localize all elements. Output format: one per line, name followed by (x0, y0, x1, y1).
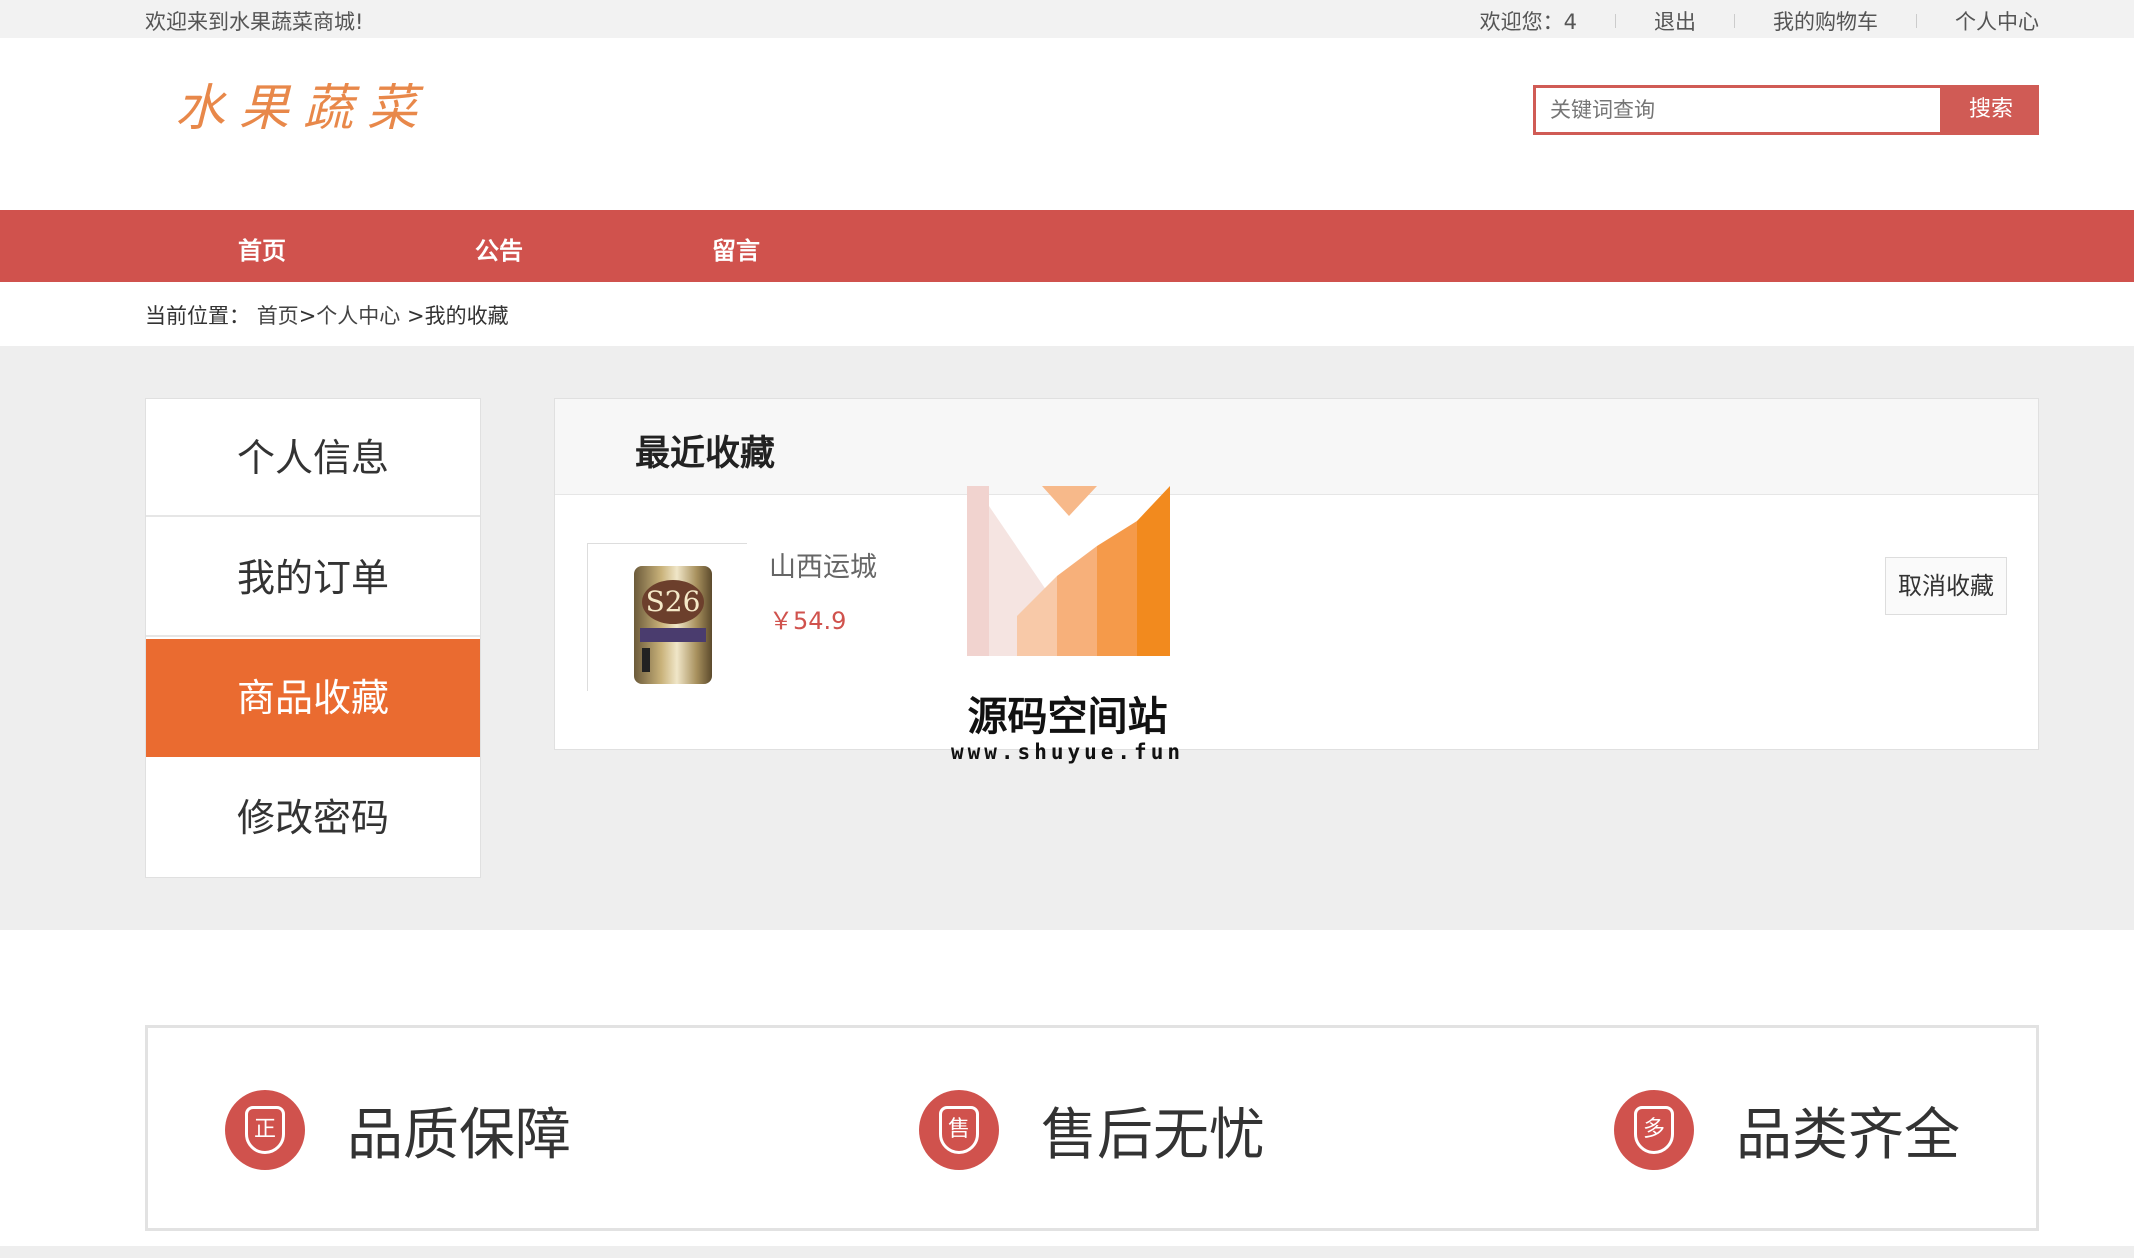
breadcrumb-bar: 当前位置： 首页>个人中心 >我的收藏 (0, 282, 2134, 346)
feature-label: 品质保障 (347, 1102, 571, 1168)
nav-item-announcements[interactable]: 公告 (475, 231, 523, 266)
breadcrumb-user-center[interactable]: 个人中心 (316, 304, 400, 328)
panel-title: 最近收藏 (635, 434, 776, 474)
search-box (1533, 85, 1943, 135)
logout-link[interactable]: 退出 (1654, 6, 1696, 36)
variety-shield-icon: 多 (1614, 1090, 1694, 1170)
user-greeting: 欢迎您：4 (1479, 10, 1577, 34)
aftersale-shield-icon: 售 (919, 1090, 999, 1170)
site-logo[interactable]: 水果蔬菜 (175, 68, 431, 140)
feature-icon-glyph: 售 (939, 1106, 979, 1154)
cancel-favorite-button[interactable]: 取消收藏 (1885, 557, 2007, 615)
panel-header: 最近收藏 (555, 399, 2038, 495)
divider (1615, 14, 1616, 28)
sidebar-item-orders[interactable]: 我的订单 (146, 519, 480, 637)
sidebar-item-favorites[interactable]: 商品收藏 (146, 639, 480, 757)
search-input[interactable] (1536, 88, 1940, 132)
feature-icon-glyph: 多 (1634, 1106, 1674, 1154)
breadcrumb-separator: > (298, 304, 317, 328)
favorites-panel: 最近收藏 S26 山西运城 ￥54.9 取消收藏 (554, 398, 2039, 750)
feature-quality: 正 品质保障 (225, 1090, 571, 1170)
formula-can-image: S26 (634, 566, 712, 684)
feature-icon-glyph: 正 (245, 1106, 285, 1154)
nav-item-messages[interactable]: 留言 (712, 231, 760, 266)
product-image-label: S26 (642, 580, 704, 624)
product-image[interactable]: S26 (587, 543, 747, 691)
feature-variety: 多 品类齐全 (1614, 1090, 1960, 1170)
watermark-title: 源码空间站 (967, 694, 1168, 740)
site-header: 水果蔬菜 搜索 (0, 38, 2134, 210)
watermark: 源码空间站 www.shuyue.fun (940, 486, 1240, 776)
user-center-link[interactable]: 个人中心 (1955, 6, 2039, 36)
account-sidebar: 个人信息 我的订单 商品收藏 修改密码 (145, 398, 481, 878)
can-number (642, 648, 650, 672)
quality-shield-icon: 正 (225, 1090, 305, 1170)
favorite-item: S26 山西运城 ￥54.9 取消收藏 (587, 543, 2007, 713)
cart-link[interactable]: 我的购物车 (1773, 6, 1878, 36)
search-button[interactable]: 搜索 (1943, 85, 2039, 135)
divider (1734, 14, 1735, 28)
nav-item-home[interactable]: 首页 (238, 231, 286, 266)
breadcrumb-prefix: 当前位置： (145, 304, 250, 328)
feature-label: 品类齐全 (1736, 1102, 1960, 1168)
watermark-logo-icon (967, 486, 1170, 656)
breadcrumb-current: 我的收藏 (424, 304, 509, 328)
sidebar-item-password[interactable]: 修改密码 (146, 759, 480, 877)
breadcrumb-separator: > (400, 304, 425, 328)
sidebar-item-profile[interactable]: 个人信息 (146, 399, 480, 517)
breadcrumb: 当前位置： 首页>个人中心 >我的收藏 (145, 300, 509, 330)
product-price: ￥54.9 (769, 607, 847, 635)
breadcrumb-home[interactable]: 首页 (257, 304, 299, 328)
welcome-text: 欢迎来到水果蔬菜商城! (145, 10, 364, 34)
feature-label: 售后无忧 (1041, 1102, 1265, 1168)
footer-strip (0, 1246, 2134, 1258)
can-band (640, 628, 706, 642)
watermark-url: www.shuyue.fun (950, 740, 1184, 764)
top-bar: 欢迎来到水果蔬菜商城! 欢迎您：4 退出 我的购物车 个人中心 (0, 0, 2134, 38)
main-nav: 首页 公告 留言 (0, 210, 2134, 282)
features-bar: 正 品质保障 售 售后无忧 多 品类齐全 (145, 1025, 2039, 1231)
top-user-links: 欢迎您：4 退出 我的购物车 个人中心 (1480, 6, 2039, 36)
feature-aftersale: 售 售后无忧 (919, 1090, 1265, 1170)
divider (1916, 14, 1917, 28)
product-name[interactable]: 山西运城 (769, 545, 877, 584)
